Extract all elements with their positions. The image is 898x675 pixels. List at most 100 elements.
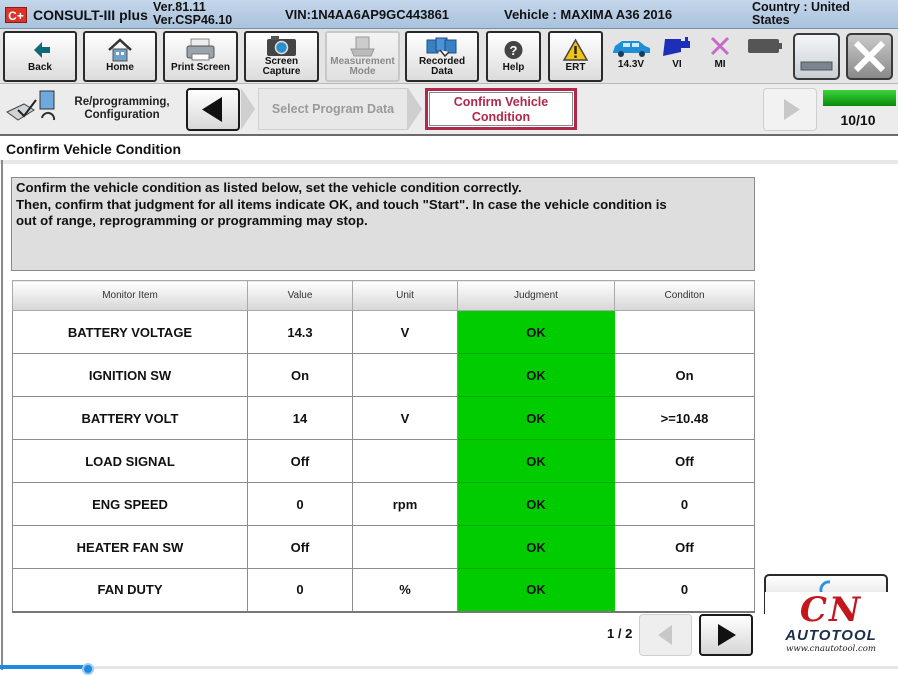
version-info: Ver.81.11 Ver.CSP46.10 [153, 1, 232, 27]
toolbar: Back Home Print Screen Screen Capture Me… [0, 29, 898, 84]
help-label: Help [502, 62, 525, 73]
header-value: Value [247, 280, 353, 311]
divider [1, 160, 3, 670]
value-cell: 0 [247, 568, 353, 612]
country-label: Country : United States [752, 1, 882, 27]
measurement-mode-button[interactable]: Measurement Mode [325, 31, 400, 82]
battery-icon [745, 35, 785, 59]
current-step-line-1: Confirm Vehicle [453, 95, 549, 109]
watermark: CN AUTOTOOL www.cnautotool.com [765, 592, 897, 662]
message-line-3: out of range, reprogramming or programmi… [16, 213, 368, 228]
table-row: IGNITION SW On OK On [12, 353, 755, 397]
svg-text:?: ? [510, 43, 518, 58]
table-row: BATTERY VOLT 14 V OK >=10.48 [12, 396, 755, 440]
back-button[interactable]: Back [3, 31, 77, 82]
home-button[interactable]: Home [83, 31, 157, 82]
vi-label: VI [672, 59, 682, 70]
minimize-icon [800, 61, 833, 71]
section-label: Re/programming, Configuration [70, 96, 174, 122]
recorded-data-button[interactable]: Recorded Data [405, 31, 479, 82]
screen-capture-label-2: Capture [262, 66, 301, 77]
vehicle-label: Vehicle : MAXIMA A36 2016 [504, 7, 673, 22]
home-icon [85, 37, 155, 63]
table-row: ENG SPEED 0 rpm OK 0 [12, 482, 755, 526]
header-monitor-item: Monitor Item [12, 280, 248, 311]
ert-button[interactable]: ERT [548, 31, 603, 82]
value-cell: Off [247, 525, 353, 569]
reprogramming-icon [4, 88, 60, 130]
page-title: Confirm Vehicle Condition [6, 141, 182, 157]
breadcrumb-chevron-icon [241, 88, 255, 130]
warning-icon [550, 37, 601, 63]
print-screen-label: Print Screen [171, 62, 230, 73]
table-row: LOAD SIGNAL Off OK Off [12, 439, 755, 483]
unit-cell: rpm [352, 482, 458, 526]
app-logo-icon: C+ [5, 7, 27, 23]
condition-cell: Off [614, 525, 755, 569]
header-condition: Conditon [614, 280, 755, 311]
judgment-cell: OK [457, 396, 615, 440]
vi-device-icon [659, 35, 695, 59]
help-icon: ? [488, 37, 539, 63]
message-line-2: Then, confirm that judgment for all item… [16, 196, 667, 212]
watermark-brand: CN [799, 590, 863, 630]
progress-bar [823, 90, 896, 106]
close-button[interactable] [846, 33, 893, 80]
unit-cell: V [352, 396, 458, 440]
recorded-data-icon [407, 35, 477, 57]
judgment-cell: OK [457, 568, 615, 612]
step-navigation: Re/programming, Configuration Select Pro… [0, 84, 898, 136]
unit-cell [352, 353, 458, 397]
ert-label: ERT [565, 62, 586, 73]
printer-icon [165, 37, 236, 63]
divider [0, 160, 898, 164]
battery-status [745, 35, 785, 59]
title-bar: C+ CONSULT-III plus Ver.81.11 Ver.CSP46.… [0, 0, 898, 29]
table-row: HEATER FAN SW Off OK Off [12, 525, 755, 569]
mi-status: MI [702, 35, 738, 70]
help-button[interactable]: ? Help [486, 31, 541, 82]
measurement-mode-icon [327, 35, 398, 57]
camera-icon [246, 35, 317, 57]
step-select-program-data[interactable]: Select Program Data [258, 88, 408, 130]
monitor-item-cell: BATTERY VOLTAGE [12, 310, 248, 354]
version-line-2: Ver.CSP46.10 [153, 13, 233, 27]
minimize-button[interactable] [793, 33, 840, 80]
screen-capture-button[interactable]: Screen Capture [244, 31, 319, 82]
previous-step-button[interactable] [186, 88, 240, 131]
step-confirm-vehicle-condition: Confirm Vehicle Condition [425, 88, 577, 130]
back-label: Back [28, 62, 52, 73]
condition-cell: Off [614, 439, 755, 483]
video-progress-track[interactable] [88, 666, 898, 669]
next-step-button[interactable] [763, 88, 817, 131]
monitor-item-cell: IGNITION SW [12, 353, 248, 397]
unit-cell [352, 439, 458, 483]
vin-label: VIN:1N4AA6AP9GC443861 [285, 7, 450, 22]
close-icon [853, 40, 886, 73]
section-label-line-1: Re/programming, [74, 96, 170, 108]
judgment-cell: OK [457, 482, 615, 526]
left-arrow-icon [202, 97, 222, 122]
table-row: BATTERY VOLTAGE 14.3 V OK [12, 310, 755, 354]
next-page-button[interactable] [699, 614, 753, 656]
value-cell: 14.3 [247, 310, 353, 354]
left-arrow-icon [658, 625, 672, 645]
previous-page-button[interactable] [639, 614, 692, 656]
home-label: Home [106, 62, 134, 73]
recorded-data-label-2: Data [431, 66, 453, 77]
header-unit: Unit [352, 280, 458, 311]
monitor-item-cell: BATTERY VOLT [12, 396, 248, 440]
right-arrow-icon [784, 99, 800, 120]
value-cell: Off [247, 439, 353, 483]
app-title: CONSULT-III plus [33, 7, 148, 23]
table-row: FAN DUTY 0% OK 0 [12, 568, 755, 612]
condition-cell: On [614, 353, 755, 397]
value-cell: On [247, 353, 353, 397]
section-label-line-2: Configuration [84, 109, 160, 121]
video-progress-handle[interactable] [82, 663, 94, 675]
instruction-message: Confirm the vehicle condition as listed … [11, 177, 755, 271]
video-progress-fill [0, 665, 88, 669]
print-screen-button[interactable]: Print Screen [163, 31, 238, 82]
condition-cell: >=10.48 [614, 396, 755, 440]
battery-voltage-status: 14.3V [609, 35, 653, 70]
